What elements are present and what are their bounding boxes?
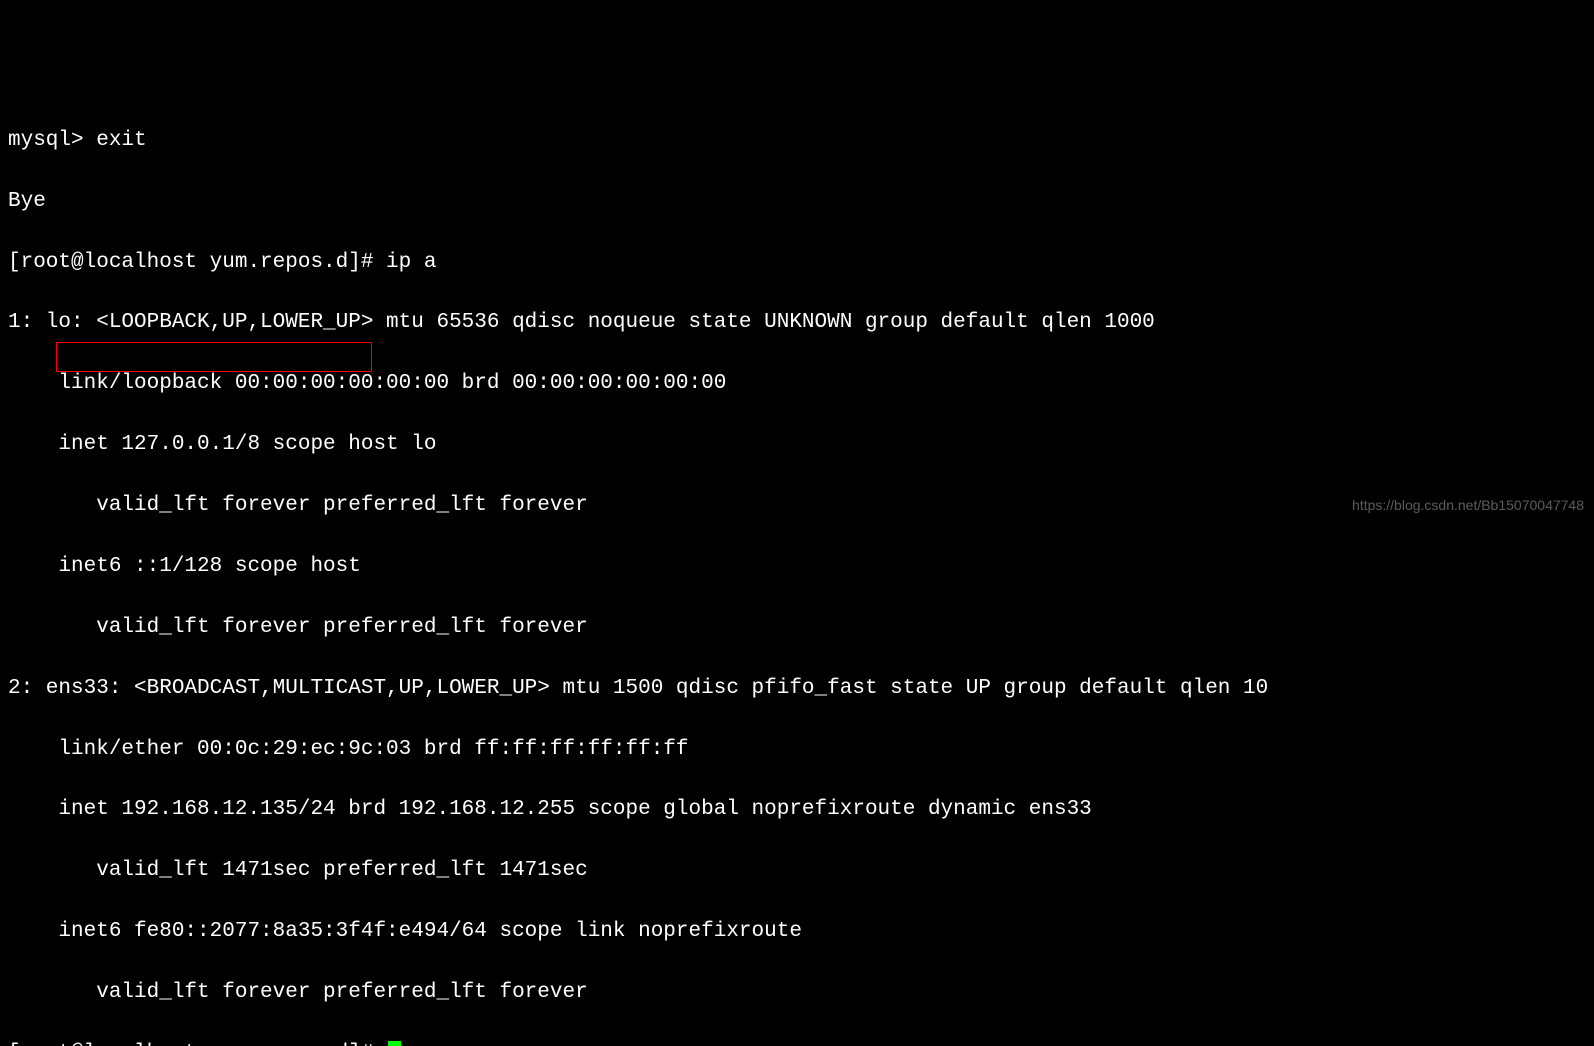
highlight-annotation [56,342,372,372]
terminal-line-lo-valid2: valid_lft forever preferred_lft forever [8,613,1586,643]
terminal-line-lo-link: link/loopback 00:00:00:00:00:00 brd 00:0… [8,369,1586,399]
terminal-line-iface-ens33: 2: ens33: <BROADCAST,MULTICAST,UP,LOWER_… [8,674,1586,704]
terminal-line-prompt-active[interactable]: [root@localhost yum.repos.d]# [8,1039,1586,1046]
terminal-line-lo-inet6: inet6 ::1/128 scope host [8,552,1586,582]
terminal-line-ens33-link: link/ether 00:0c:29:ec:9c:03 brd ff:ff:f… [8,735,1586,765]
terminal-line-iface-lo: 1: lo: <LOOPBACK,UP,LOWER_UP> mtu 65536 … [8,308,1586,338]
terminal-line-ens33-inet6: inet6 fe80::2077:8a35:3f4f:e494/64 scope… [8,917,1586,947]
terminal-line-prompt-ipa: [root@localhost yum.repos.d]# ip a [8,248,1586,278]
terminal-line-lo-inet: inet 127.0.0.1/8 scope host lo [8,430,1586,460]
terminal-line-ens33-valid2: valid_lft forever preferred_lft forever [8,978,1586,1008]
watermark-text: https://blog.csdn.net/Bb15070047748 [1352,495,1584,515]
prompt-text: [root@localhost yum.repos.d]# [8,1042,386,1046]
cursor-icon [388,1041,401,1046]
terminal-line-ens33-inet: inet 192.168.12.135/24 brd 192.168.12.25… [8,795,1586,825]
terminal-line-lo-valid1: valid_lft forever preferred_lft forever [8,491,1586,521]
terminal-line-mysql-exit: mysql> exit [8,126,1586,156]
terminal-line-ens33-valid1: valid_lft 1471sec preferred_lft 1471sec [8,856,1586,886]
terminal-line-bye: Bye [8,187,1586,217]
